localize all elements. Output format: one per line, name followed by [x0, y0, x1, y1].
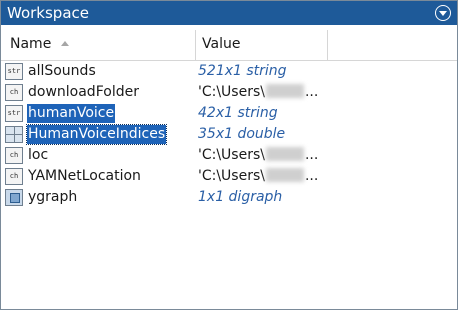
column-header-value[interactable]: Value	[202, 28, 322, 61]
variable-name: ygraph	[28, 189, 78, 205]
variable-value-suffix: ...	[304, 84, 319, 100]
variable-value: 'C:\Users\...	[198, 167, 318, 186]
variable-value: 'C:\Users\...	[198, 146, 318, 165]
redacted-text	[265, 147, 304, 161]
variable-value-prefix: 'C:\Users\	[198, 168, 265, 184]
variable-row[interactable]: YAMNetLocation 'C:\Users\...	[1, 166, 457, 187]
column-divider[interactable]	[195, 30, 196, 60]
variable-value: 521x1 string	[198, 63, 287, 79]
variable-value-suffix: ...	[304, 168, 319, 184]
variable-value: 42x1 string	[198, 105, 278, 121]
variable-value-prefix: 'C:\Users\	[198, 147, 265, 163]
variable-row[interactable]: humanVoice 42x1 string	[1, 103, 457, 124]
variable-name: HumanVoiceIndices	[25, 124, 168, 145]
variable-name: YAMNetLocation	[28, 168, 141, 184]
column-header-row: Name Value	[1, 28, 457, 61]
redacted-text	[265, 84, 304, 98]
string-icon	[5, 105, 23, 122]
column-header-name-label: Name	[10, 36, 52, 52]
panel-titlebar: Workspace	[1, 1, 457, 25]
column-header-value-label: Value	[202, 36, 241, 52]
column-divider[interactable]	[327, 30, 328, 60]
string-icon	[5, 63, 23, 80]
graph-object-icon	[5, 189, 23, 206]
variable-row[interactable]: downloadFolder 'C:\Users\...	[1, 82, 457, 103]
variable-value: 1x1 digraph	[198, 189, 283, 205]
variable-row[interactable]: ygraph 1x1 digraph	[1, 187, 457, 208]
variable-row[interactable]: HumanVoiceIndices 35x1 double	[1, 124, 457, 145]
variable-row[interactable]: loc 'C:\Users\...	[1, 145, 457, 166]
variable-name: humanVoice	[27, 104, 116, 123]
char-icon	[5, 84, 23, 101]
variable-name: allSounds	[28, 63, 96, 79]
variable-list: allSounds 521x1 string downloadFolder 'C:\U…	[1, 61, 457, 208]
char-icon	[5, 147, 23, 164]
redacted-text	[265, 168, 304, 182]
panel-title: Workspace	[7, 4, 89, 22]
variable-value: 'C:\Users\...	[198, 83, 318, 102]
variable-value-prefix: 'C:\Users\	[198, 84, 265, 100]
double-array-icon	[5, 126, 23, 143]
char-icon	[5, 168, 23, 185]
variable-row[interactable]: allSounds 521x1 string	[1, 61, 457, 82]
variable-value: 35x1 double	[198, 126, 286, 142]
variable-name: loc	[28, 147, 49, 163]
sort-ascending-icon	[60, 41, 69, 46]
variable-name: downloadFolder	[28, 84, 139, 100]
variable-value-suffix: ...	[304, 147, 319, 163]
column-header-name[interactable]: Name	[10, 28, 190, 61]
panel-actions-menu-icon[interactable]	[435, 5, 451, 21]
workspace-panel: Workspace Name Value allSounds 521x1 stri…	[0, 0, 458, 310]
